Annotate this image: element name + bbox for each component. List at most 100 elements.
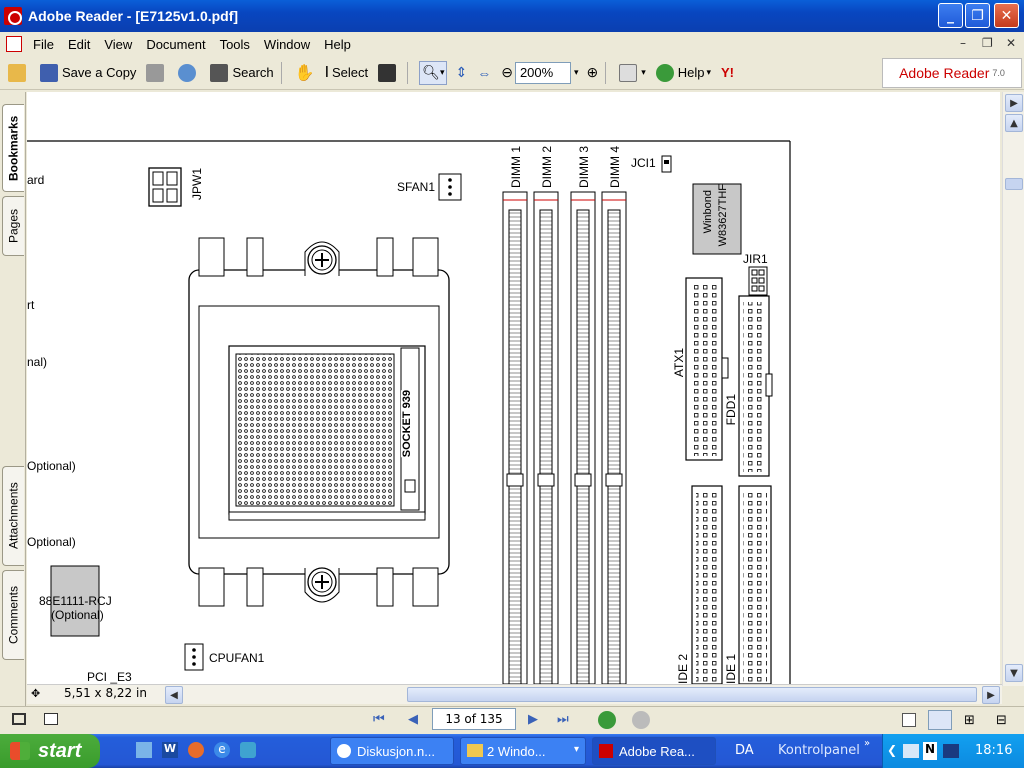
next-page-icon[interactable]: ▶ — [528, 712, 538, 727]
scroll-up-button[interactable]: ▲ — [1005, 114, 1023, 132]
network-icon[interactable] — [903, 744, 919, 758]
outlook-icon[interactable] — [240, 742, 256, 758]
start-button[interactable]: start — [0, 734, 100, 768]
kontrolpanel-toolbar[interactable]: Kontrolpanel — [778, 743, 860, 758]
maximize-button[interactable]: ❐ — [965, 3, 990, 28]
save-copy-button[interactable]: Save a Copy — [38, 61, 138, 85]
menu-bar: File Edit View Document Tools Window Hel… — [0, 32, 1024, 56]
word-icon[interactable]: W — [162, 742, 178, 758]
plus-circle-icon: ⊕ — [586, 64, 599, 80]
doc-restore-button[interactable]: ❐ — [982, 36, 993, 50]
scroll-thumb[interactable] — [1005, 178, 1023, 190]
quicklaunch-desktop-icon[interactable] — [136, 742, 152, 758]
snapshot-button[interactable] — [376, 61, 402, 85]
panel-expand-button[interactable]: ▶ — [1005, 94, 1023, 112]
menu-file[interactable]: File — [26, 37, 61, 52]
camera-icon — [378, 63, 397, 82]
title-bar[interactable]: Adobe Reader - [E7125v1.0.pdf] _ ❐ ✕ — [0, 0, 1024, 32]
task-label: Diskusjon.n... — [357, 743, 436, 759]
last-page-icon[interactable]: ⏭ — [557, 712, 569, 727]
page-number-field[interactable]: 13 of 135 — [432, 708, 516, 730]
zoom-in-button[interactable]: ⊕ — [584, 61, 600, 85]
tab-comments[interactable]: Comments — [2, 570, 24, 660]
toolbar: Save a Copy Search ✋ ISelect 🔍︎▾ ⇕ ⇔ ⊖ ▾… — [0, 56, 1024, 90]
chevron-down-icon: ▾ — [641, 67, 646, 77]
zoom-dropdown-icon[interactable]: ▾ — [574, 67, 579, 78]
menu-edit[interactable]: Edit — [61, 37, 97, 52]
facing-pages-icon[interactable]: ⊞ — [964, 713, 975, 728]
continuous-page-icon[interactable] — [928, 710, 952, 730]
zoom-out-button[interactable]: ⊖ — [499, 61, 515, 85]
page-layout-icon — [619, 63, 638, 82]
first-page-icon[interactable]: ⏮ — [373, 712, 385, 727]
ide1-label: IDE 1 — [724, 654, 738, 684]
tab-attachments[interactable]: Attachments — [2, 466, 24, 566]
menu-window[interactable]: Window — [257, 37, 317, 52]
doc-minimize-button[interactable]: – — [960, 36, 966, 50]
chevron-down-icon: ▾ — [439, 67, 445, 77]
minimize-button[interactable]: _ — [938, 3, 963, 28]
task-diskusjon[interactable]: Diskusjon.n... — [330, 737, 454, 765]
diagram-label: nal) — [27, 355, 48, 369]
dimm1-label: DIMM 1 — [509, 146, 523, 188]
print-icon — [146, 63, 165, 82]
diagram-label: rt — [27, 298, 35, 312]
menu-tools[interactable]: Tools — [213, 37, 257, 52]
horizontal-scrollbar[interactable]: ✥ ◀ ▶ — [27, 684, 1002, 704]
tab-bookmarks[interactable]: Bookmarks — [2, 104, 24, 192]
doc-close-button[interactable]: ✕ — [1006, 36, 1016, 50]
rotate-view-button[interactable]: ▾ — [617, 61, 648, 85]
go-back-icon[interactable] — [598, 711, 616, 729]
zoom-input[interactable] — [514, 61, 571, 84]
email-button[interactable] — [176, 61, 202, 85]
document-view[interactable]: ard rt nal) Optional) Optional) JPW1 SFA… — [27, 92, 1000, 684]
tab-pages[interactable]: Pages — [2, 196, 24, 256]
tray-expand-icon[interactable]: ❮ — [887, 743, 897, 757]
binoculars-icon — [210, 63, 229, 82]
adobe-reader-icon — [599, 744, 613, 758]
menu-document[interactable]: Document — [139, 37, 212, 52]
diagram-label: ard — [27, 173, 45, 187]
document-status-icon[interactable] — [44, 713, 58, 725]
fit-page-icon: ⇕ — [455, 64, 468, 80]
pci-e3-label: PCI _E3 — [87, 670, 132, 684]
language-indicator[interactable]: DA — [735, 743, 754, 758]
help-button[interactable]: Help ▾ — [654, 61, 713, 85]
task-windows-explorer[interactable]: 2 Windo... ▾ — [460, 737, 586, 765]
vertical-scrollbar[interactable]: ▶ ▲ ▼ — [1002, 92, 1024, 686]
menu-help[interactable]: Help — [317, 37, 358, 52]
scroll-down-button[interactable]: ▼ — [1005, 664, 1023, 682]
fit-width-icon: ⇔ — [477, 64, 492, 81]
previous-page-icon[interactable]: ◀ — [408, 712, 418, 727]
winbond-label: Winbond — [702, 190, 714, 234]
w83627thf-label: W83627THF — [717, 184, 729, 247]
select-tool-button[interactable]: I Select — [323, 61, 371, 85]
fit-width-button[interactable]: ⇔ — [475, 61, 493, 85]
norton-icon[interactable]: N — [923, 742, 937, 760]
folder-icon — [467, 744, 483, 757]
clock[interactable]: 18:16 — [975, 743, 1012, 758]
h-scroll-thumb[interactable] — [407, 687, 977, 702]
messenger-icon[interactable] — [188, 742, 204, 758]
hand-tool-button[interactable]: ✋ — [293, 61, 317, 85]
continuous-facing-icon[interactable]: ⊟ — [996, 713, 1007, 728]
scroll-left-button[interactable]: ◀ — [165, 686, 183, 704]
single-page-icon[interactable] — [902, 713, 916, 727]
yahoo-toolbar-button[interactable]: Y! — [719, 61, 736, 85]
print-button[interactable] — [144, 61, 170, 85]
zoom-in-tool-button[interactable]: 🔍︎ ▾ — [419, 60, 448, 85]
monitor-icon[interactable] — [943, 744, 959, 758]
toolbar-expand-icon[interactable]: » — [864, 738, 870, 749]
menu-view[interactable]: View — [97, 37, 139, 52]
go-forward-icon[interactable] — [632, 711, 650, 729]
layer-icon[interactable] — [12, 713, 26, 725]
open-button[interactable] — [6, 61, 32, 85]
ie-page-icon — [337, 744, 351, 758]
close-button[interactable]: ✕ — [994, 3, 1019, 28]
search-button[interactable]: Search — [208, 61, 275, 85]
task-adobe-reader[interactable]: Adobe Rea... — [592, 737, 716, 765]
scroll-right-button[interactable]: ▶ — [982, 686, 1000, 704]
fit-page-button[interactable]: ⇕ — [453, 61, 469, 85]
jci1-label: JCI1 — [631, 156, 656, 170]
internet-explorer-icon[interactable]: e — [214, 742, 230, 758]
